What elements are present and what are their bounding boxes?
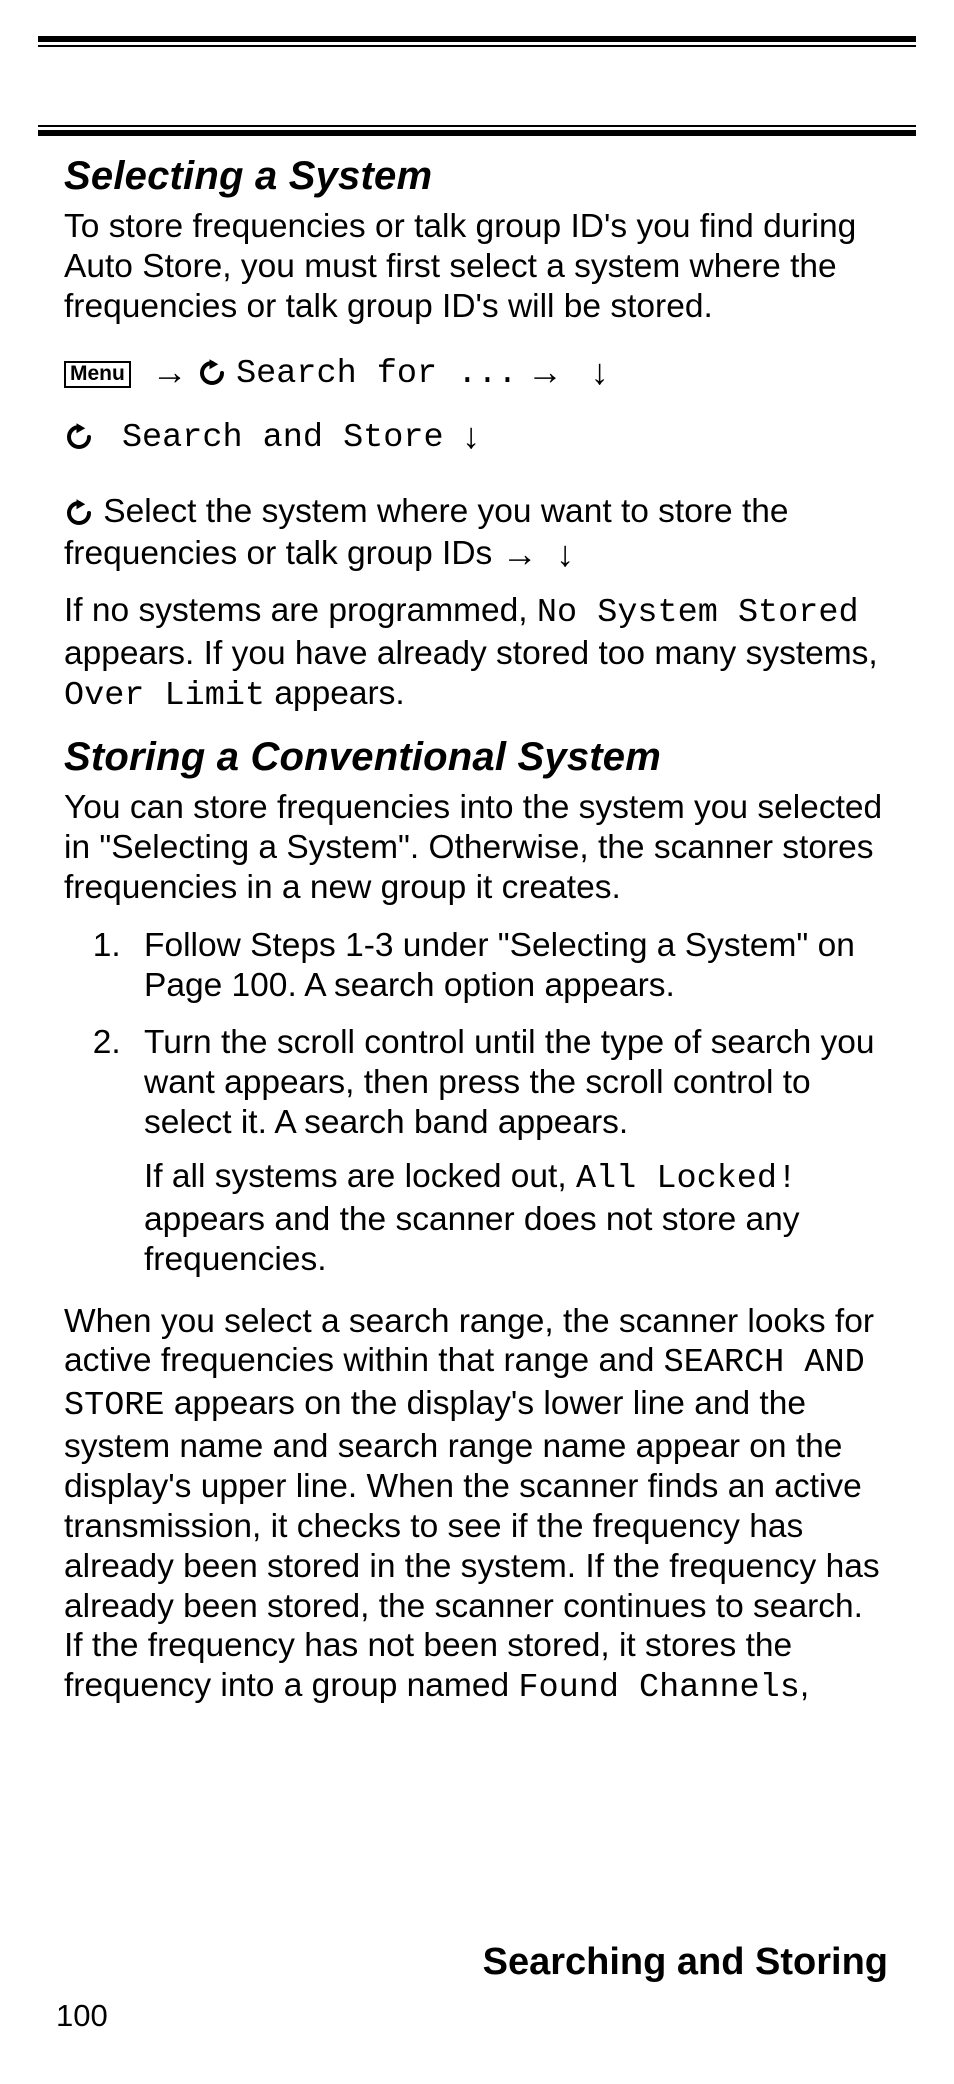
step-2-text: Turn the scroll control until the type o… xyxy=(144,1024,875,1141)
list-item: Follow Steps 1-3 under "Selecting a Syst… xyxy=(130,926,890,1006)
header-gap xyxy=(38,47,916,125)
arrow-down-icon: ↓ xyxy=(591,354,609,390)
text: Select the system where you want to stor… xyxy=(64,493,789,572)
code-all-locked: All Locked! xyxy=(576,1160,797,1198)
heading-selecting-system: Selecting a System xyxy=(64,154,890,199)
arrow-down-icon: ↓ xyxy=(556,536,574,572)
code-found-channels: Found Channels xyxy=(518,1669,799,1707)
step-1-text: Follow Steps 1-3 under "Selecting a Syst… xyxy=(144,927,855,1004)
heading-storing-conventional: Storing a Conventional System xyxy=(64,735,890,780)
arrow-right-icon: → xyxy=(527,354,563,390)
rule-thin xyxy=(38,125,916,127)
nav-line-1: Menu → Search for ... → ↓ xyxy=(64,345,890,402)
nav-text-search-and-store: Search and Store xyxy=(122,419,444,457)
text: If all systems are locked out, xyxy=(144,1158,576,1195)
para-selecting-intro: To store frequencies or talk group ID's … xyxy=(64,207,890,327)
arrow-right-icon: → xyxy=(502,536,538,572)
text: appears. If you have already stored too … xyxy=(64,635,878,672)
page-number: 100 xyxy=(56,1998,108,2034)
top-rule-group xyxy=(38,36,916,47)
page: Selecting a System To store frequencies … xyxy=(0,0,954,2084)
code-no-system-stored: No System Stored xyxy=(537,594,859,632)
scroll-loop-icon xyxy=(64,494,94,534)
para-storing-intro: You can store frequencies into the syste… xyxy=(64,788,890,908)
scroll-loop-icon xyxy=(64,411,94,465)
text: appears. xyxy=(265,675,405,712)
nav-text-search-for: Search for ... xyxy=(236,355,517,393)
code-over-limit: Over Limit xyxy=(64,677,265,715)
para-search-range: When you select a search range, the scan… xyxy=(64,1302,890,1710)
scroll-loop-icon xyxy=(197,347,227,401)
arrow-right-icon: → xyxy=(151,354,187,390)
step-2-sub: If all systems are locked out, All Locke… xyxy=(144,1157,890,1280)
list-item: Turn the scroll control until the type o… xyxy=(130,1023,890,1279)
text: , xyxy=(800,1667,809,1704)
text: appears and the scanner does not store a… xyxy=(144,1201,800,1278)
text: If no systems are programmed, xyxy=(64,592,537,629)
rule-thick xyxy=(38,130,916,136)
text: appears on the display's lower line and … xyxy=(64,1385,880,1704)
nav-sequence: Menu → Search for ... → ↓ Search and Sto… xyxy=(64,345,890,466)
content-area: Selecting a System To store frequencies … xyxy=(38,154,916,1709)
para-select-system: Select the system where you want to stor… xyxy=(64,492,890,574)
para-no-system: If no systems are programmed, No System … xyxy=(64,591,890,717)
section-footer-title: Searching and Storing xyxy=(483,1941,888,1984)
rule-thick xyxy=(38,36,916,42)
nav-line-2: Search and Store ↓ xyxy=(64,409,890,466)
arrow-down-icon: ↓ xyxy=(462,418,480,454)
mid-rule-group xyxy=(38,125,916,136)
menu-button-icon: Menu xyxy=(64,361,131,388)
ordered-list-steps: Follow Steps 1-3 under "Selecting a Syst… xyxy=(64,926,890,1280)
